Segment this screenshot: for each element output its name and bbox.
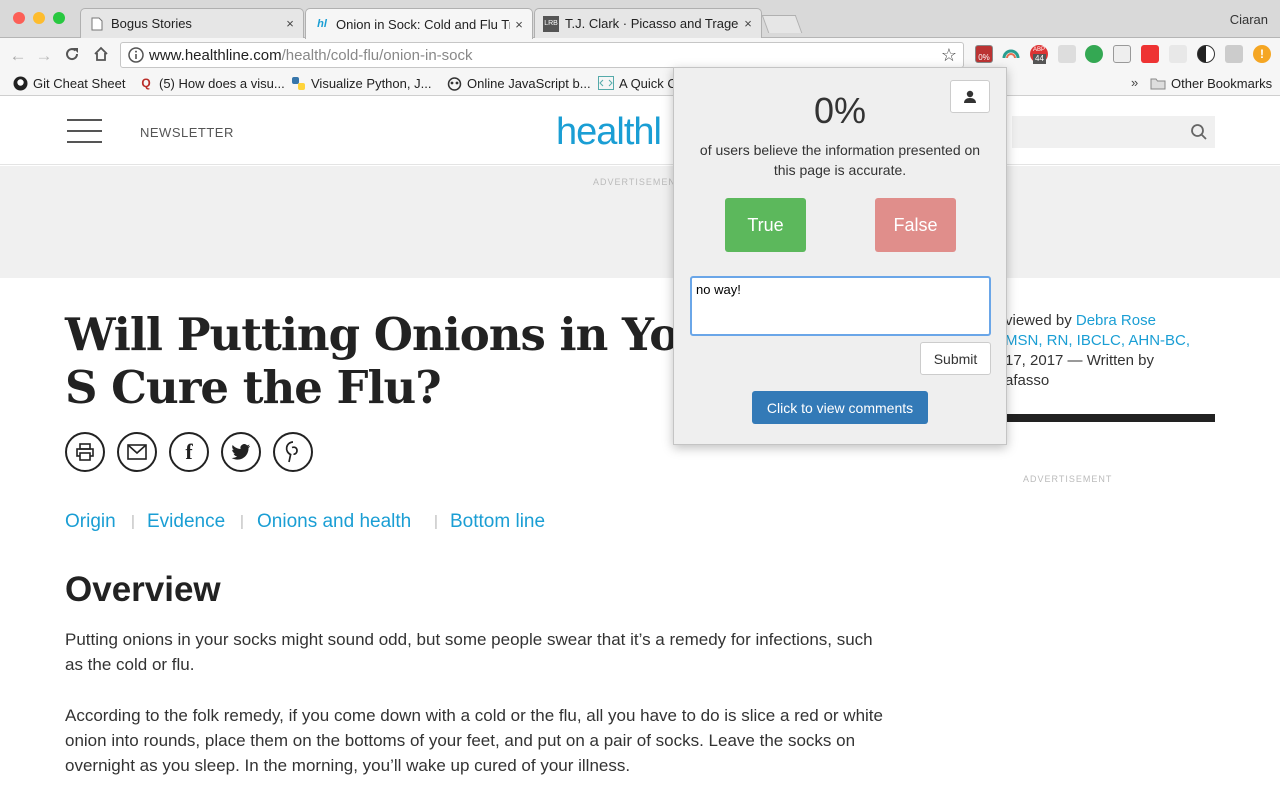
ad-banner: ADVERTISEMENT <box>0 166 1280 278</box>
tab-close-icon[interactable]: × <box>510 17 528 32</box>
search-icon[interactable] <box>1190 123 1208 146</box>
bookmark-other-bookmarks[interactable]: Other Bookmarks <box>1150 75 1272 91</box>
folder-icon <box>1150 75 1166 91</box>
gray-extension-icon[interactable] <box>1058 45 1076 63</box>
hamburger-menu-icon[interactable] <box>67 119 102 143</box>
minimize-window-button[interactable] <box>33 12 45 24</box>
alert-extension-icon[interactable]: ! <box>1253 45 1271 63</box>
toc-separator: | <box>240 513 244 530</box>
site-header: NEWSLETTER healthl <box>0 97 1280 165</box>
forward-arrow-icon[interactable]: → <box>34 46 54 66</box>
contrast-extension-icon[interactable] <box>1197 45 1215 63</box>
twitter-share-button[interactable] <box>221 432 261 472</box>
toc-link-bottom-line[interactable]: Bottom line <box>450 511 545 533</box>
bookmark-a-quick[interactable]: A Quick C <box>598 75 677 91</box>
bookmark-git-cheat-sheet[interactable]: Git Cheat Sheet <box>12 75 126 91</box>
info-icon[interactable] <box>128 47 144 67</box>
reviewer-credentials-link[interactable]: MSN, RN, IBCLC, AHN-BC, <box>1005 331 1190 351</box>
email-share-button[interactable] <box>117 432 157 472</box>
pinterest-share-button[interactable] <box>273 432 313 472</box>
owl-icon <box>446 75 462 91</box>
reload-icon[interactable] <box>62 46 82 67</box>
adblock-extension-icon[interactable]: ABP 44 <box>1030 45 1048 64</box>
code-icon <box>598 75 614 91</box>
bookmark-visualize-python[interactable]: Visualize Python, J... <box>290 75 431 91</box>
byline-divider <box>1005 414 1215 422</box>
submit-button[interactable]: Submit <box>920 342 991 375</box>
advertisement-label-side: ADVERTISEMENT <box>1023 474 1113 484</box>
back-arrow-icon[interactable]: ← <box>8 46 28 66</box>
twitter-icon <box>231 443 250 460</box>
light-extension-icon[interactable] <box>1169 45 1187 63</box>
print-icon <box>76 443 94 461</box>
healthline-favicon-icon: hl <box>317 18 327 30</box>
toc-link-onions-and-health[interactable]: Onions and health <box>257 511 411 533</box>
author-name: afasso <box>1005 372 1050 389</box>
new-tab-button[interactable] <box>761 15 803 33</box>
hangouts-extension-icon[interactable] <box>1085 45 1103 63</box>
search-input[interactable] <box>1012 116 1215 148</box>
advertisement-label: ADVERTISEMENT <box>593 177 683 187</box>
healthline-logo[interactable]: healthl <box>556 111 662 154</box>
python-icon <box>290 75 306 91</box>
tab-title: T.J. Clark · Picasso and Traged <box>565 16 739 31</box>
tab-close-icon[interactable]: × <box>281 16 299 31</box>
browser-tab-strip: Bogus Stories × hl Onion in Sock: Cold a… <box>0 0 1280 39</box>
grid-extension-icon[interactable] <box>1113 45 1131 63</box>
toc-link-evidence[interactable]: Evidence <box>147 511 225 533</box>
url-domain: www.healthline.com <box>149 46 282 64</box>
tab-title: Bogus Stories <box>111 16 192 31</box>
profile-name[interactable]: Ciaran <box>1230 12 1268 27</box>
email-icon <box>127 444 147 460</box>
accuracy-description: of users believe the information present… <box>699 142 981 178</box>
tab-title: Onion in Sock: Cold and Flu Tr <box>336 16 510 32</box>
tab-tj-clark[interactable]: LRB T.J. Clark · Picasso and Traged × <box>534 8 762 38</box>
toc-link-origin[interactable]: Origin <box>65 511 116 533</box>
article-byline: viewed by Debra Rose MSN, RN, IBCLC, AHN… <box>1005 312 1191 389</box>
article-paragraph-1: Putting onions in your socks might sound… <box>65 630 873 674</box>
tab-close-icon[interactable]: × <box>739 16 757 31</box>
pinterest-icon <box>285 441 298 463</box>
accuracy-percent: 0% <box>813 90 867 131</box>
reviewer-link[interactable]: Debra Rose <box>1076 312 1156 329</box>
bookmarks-bar: Git Cheat Sheet Q (5) How does a visu...… <box>0 72 1280 96</box>
address-bar[interactable]: www.healthline.com/health/cold-flu/onion… <box>120 42 964 68</box>
view-comments-button[interactable]: Click to view comments <box>752 391 928 424</box>
newsletter-link[interactable]: NEWSLETTER <box>140 125 234 140</box>
tab-onion-in-sock[interactable]: hl Onion in Sock: Cold and Flu Tr × <box>305 8 533 39</box>
home-icon[interactable] <box>91 46 111 67</box>
lrb-favicon-icon: LRB <box>543 15 559 32</box>
bookmarks-overflow-chevron[interactable]: » <box>1131 75 1138 90</box>
comment-textarea[interactable]: no way! <box>690 276 991 336</box>
bookmark-online-javascript[interactable]: Online JavaScript b... <box>446 75 591 91</box>
tab-bogus-stories[interactable]: Bogus Stories × <box>80 8 304 38</box>
overview-heading: Overview <box>65 570 221 609</box>
false-button[interactable]: False <box>875 198 956 252</box>
maximize-window-button[interactable] <box>53 12 65 24</box>
bookmark-quora[interactable]: Q (5) How does a visu... <box>138 75 284 91</box>
toc-separator: | <box>131 513 135 530</box>
toc-separator: | <box>434 513 438 530</box>
quora-icon: Q <box>141 76 151 90</box>
fact-check-extension-icon[interactable]: 0% <box>975 45 993 63</box>
page-icon <box>89 16 105 32</box>
rainbow-extension-icon[interactable] <box>1002 45 1020 63</box>
facebook-share-button[interactable]: f <box>169 432 209 472</box>
article-title: Will Putting Onions in Your S Cure the F… <box>65 308 734 414</box>
true-button[interactable]: True <box>725 198 806 252</box>
puzzle-extension-icon[interactable] <box>1225 45 1243 63</box>
bookmark-star-icon[interactable]: ☆ <box>941 45 957 66</box>
github-icon <box>12 75 28 91</box>
url-path: /health/cold-flu/onion-in-sock <box>281 46 473 64</box>
video-extension-icon[interactable] <box>1141 45 1159 63</box>
fact-check-popup: 0% of users believe the information pres… <box>673 67 1007 445</box>
facebook-icon: f <box>185 439 193 464</box>
print-button[interactable] <box>65 432 105 472</box>
close-window-button[interactable] <box>13 12 25 24</box>
article-paragraph-2: According to the folk remedy, if you com… <box>65 706 883 775</box>
